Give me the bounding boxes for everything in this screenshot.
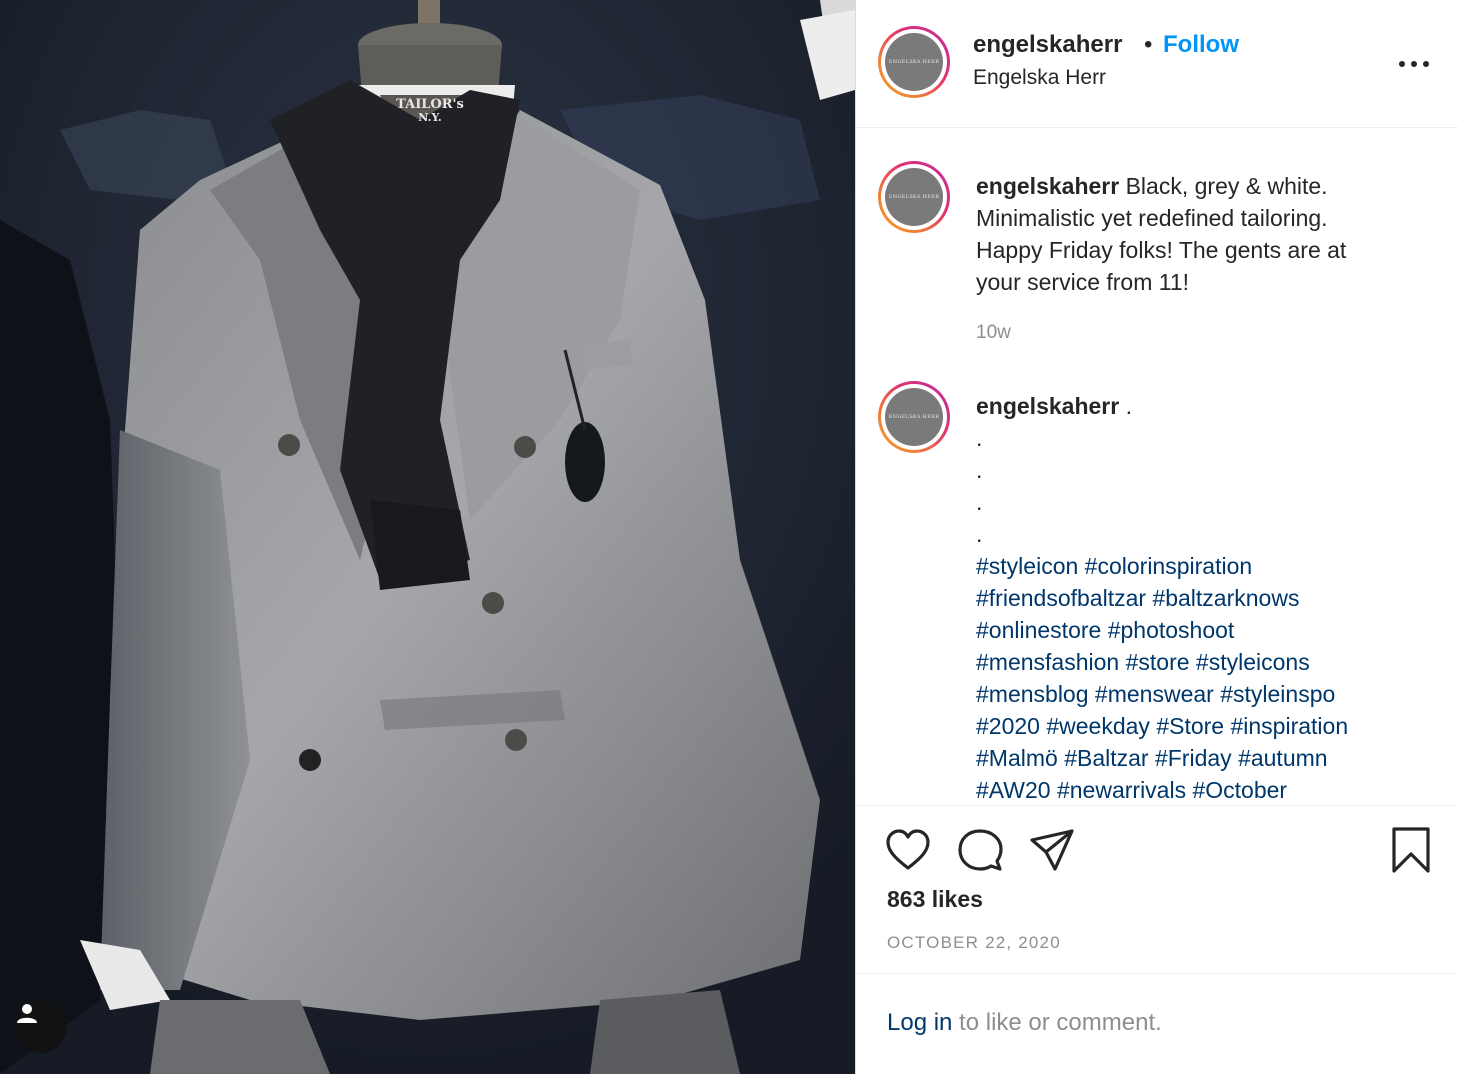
post-date[interactable]: OCTOBER 22, 2020	[887, 933, 1061, 953]
login-link[interactable]: Log in	[887, 1009, 952, 1036]
follow-button[interactable]: Follow	[1163, 31, 1239, 59]
avatar-image: ENGELSKA HERR	[885, 168, 943, 226]
caption-avatar[interactable]: ENGELSKA HERR	[878, 161, 950, 233]
avatar-image: ENGELSKA HERR	[885, 33, 943, 91]
caption-text-3: Happy Friday folks! The gents are at	[976, 237, 1347, 263]
share-icon	[1030, 829, 1074, 871]
header-subtitle[interactable]: Engelska Herr	[973, 66, 1106, 90]
hashtag-link[interactable]: #menswear	[1095, 681, 1214, 707]
hashtag-line: #styleicon #colorinspiration	[976, 550, 1426, 582]
mannequin-label-line2: N.Y.	[418, 111, 442, 124]
bookmark-icon	[1392, 827, 1430, 873]
login-prompt-text: to like or comment.	[952, 1009, 1162, 1036]
user-icon	[17, 1004, 37, 1023]
comment-dot: .	[976, 521, 983, 547]
hashtag-link[interactable]: #Malmö	[976, 745, 1058, 771]
hashtag-line: #Malmö #Baltzar #Friday #autumn	[976, 742, 1426, 774]
post-actions: 863 likes OCTOBER 22, 2020	[856, 805, 1458, 973]
hashtag-link[interactable]: #photoshoot	[1108, 617, 1235, 643]
hashtag-link[interactable]: #colorinspiration	[1085, 553, 1252, 579]
comment-avatar[interactable]: ENGELSKA HERR	[878, 381, 950, 453]
hashtag-line: #mensfashion #store #styleicons	[976, 646, 1426, 678]
more-options-button[interactable]	[1394, 44, 1434, 84]
caption-timestamp[interactable]: 10w	[976, 322, 1011, 344]
hashtag-link[interactable]: #Baltzar	[1064, 745, 1148, 771]
hashtag-line: #friendsofbaltzar #baltzarknows	[976, 582, 1426, 614]
comment-icon	[958, 829, 1003, 871]
mannequin-label-line1: TAILOR's	[396, 97, 464, 112]
hashtag-link[interactable]: #newarrivals	[1057, 777, 1186, 803]
hashtag-link[interactable]: #Friday	[1155, 745, 1232, 771]
post-side-panel: ENGELSKA HERR engelskaherr • Follow Enge…	[855, 0, 1458, 1074]
hashtag-link[interactable]: #styleicons	[1196, 649, 1310, 675]
hashtag-block: #styleicon #colorinspiration #friendsofba…	[976, 550, 1426, 805]
like-button[interactable]	[885, 828, 931, 877]
post-photo[interactable]: TAILOR's N.Y.	[0, 0, 855, 1074]
hashtag-link[interactable]: #AW20	[976, 777, 1051, 803]
header-avatar[interactable]: ENGELSKA HERR	[878, 26, 950, 98]
hashtag-link[interactable]: #friendsofbaltzar	[976, 585, 1146, 611]
post-header: ENGELSKA HERR engelskaherr • Follow Enge…	[856, 0, 1458, 128]
avatar-image: ENGELSKA HERR	[885, 388, 943, 446]
hashtag-link[interactable]: #Store	[1156, 713, 1224, 739]
hashtag-line: #AW20 #newarrivals #October	[976, 774, 1426, 805]
mannequin-label: TAILOR's N.Y.	[378, 98, 482, 124]
hashtag-line: #2020 #weekday #Store #inspiration	[976, 710, 1426, 742]
user-tag-button[interactable]	[15, 1001, 67, 1053]
comment-username[interactable]: engelskaherr	[976, 393, 1119, 419]
hashtag-link[interactable]: #weekday	[1046, 713, 1150, 739]
hashtag-link[interactable]: #mensfashion	[976, 649, 1119, 675]
hashtag-link[interactable]: #store	[1126, 649, 1190, 675]
hashtag-line: #onlinestore #photoshoot	[976, 614, 1426, 646]
comment-dot: .	[976, 425, 983, 451]
hashtag-link[interactable]: #inspiration	[1230, 713, 1348, 739]
comment-body: engelskaherr . . . . . #styleicon #color…	[976, 390, 1426, 805]
more-icon	[1399, 61, 1429, 67]
hashtag-link[interactable]: #2020	[976, 713, 1040, 739]
likes-count[interactable]: 863 likes	[887, 886, 983, 913]
caption-body: engelskaherr Black, grey & white. Minima…	[976, 170, 1426, 298]
hashtag-link[interactable]: #mensblog	[976, 681, 1089, 707]
caption-text-4: your service from 11!	[976, 269, 1190, 295]
header-username[interactable]: engelskaherr	[973, 31, 1122, 59]
hashtag-link[interactable]: #autumn	[1238, 745, 1328, 771]
comment-dot: .	[976, 489, 983, 515]
caption-text-2: Minimalistic yet redefined tailoring.	[976, 205, 1328, 231]
hashtag-line: #mensblog #menswear #styleinspo	[976, 678, 1426, 710]
caption-username[interactable]: engelskaherr	[976, 173, 1119, 199]
share-button[interactable]	[1029, 828, 1075, 877]
comments-list[interactable]: ENGELSKA HERR engelskaherr Black, grey &…	[856, 128, 1458, 805]
save-button[interactable]	[1390, 826, 1432, 879]
comment-button[interactable]	[957, 828, 1003, 877]
hashtag-link[interactable]: #October	[1192, 777, 1287, 803]
comment-first-dot: .	[1125, 393, 1132, 419]
hashtag-link[interactable]: #baltzarknows	[1152, 585, 1299, 611]
suit-photo-illustration	[0, 0, 855, 1074]
caption-text-1: Black, grey & white.	[1125, 173, 1328, 199]
hashtag-link[interactable]: #styleicon	[976, 553, 1078, 579]
hashtag-link[interactable]: #onlinestore	[976, 617, 1101, 643]
hashtag-link[interactable]: #styleinspo	[1220, 681, 1335, 707]
comment-footer: Log in to like or comment.	[856, 973, 1458, 1074]
login-prompt: Log in to like or comment.	[887, 1009, 1162, 1037]
separator-dot: •	[1144, 31, 1153, 58]
comment-dot: .	[976, 457, 983, 483]
heart-icon	[886, 829, 930, 870]
